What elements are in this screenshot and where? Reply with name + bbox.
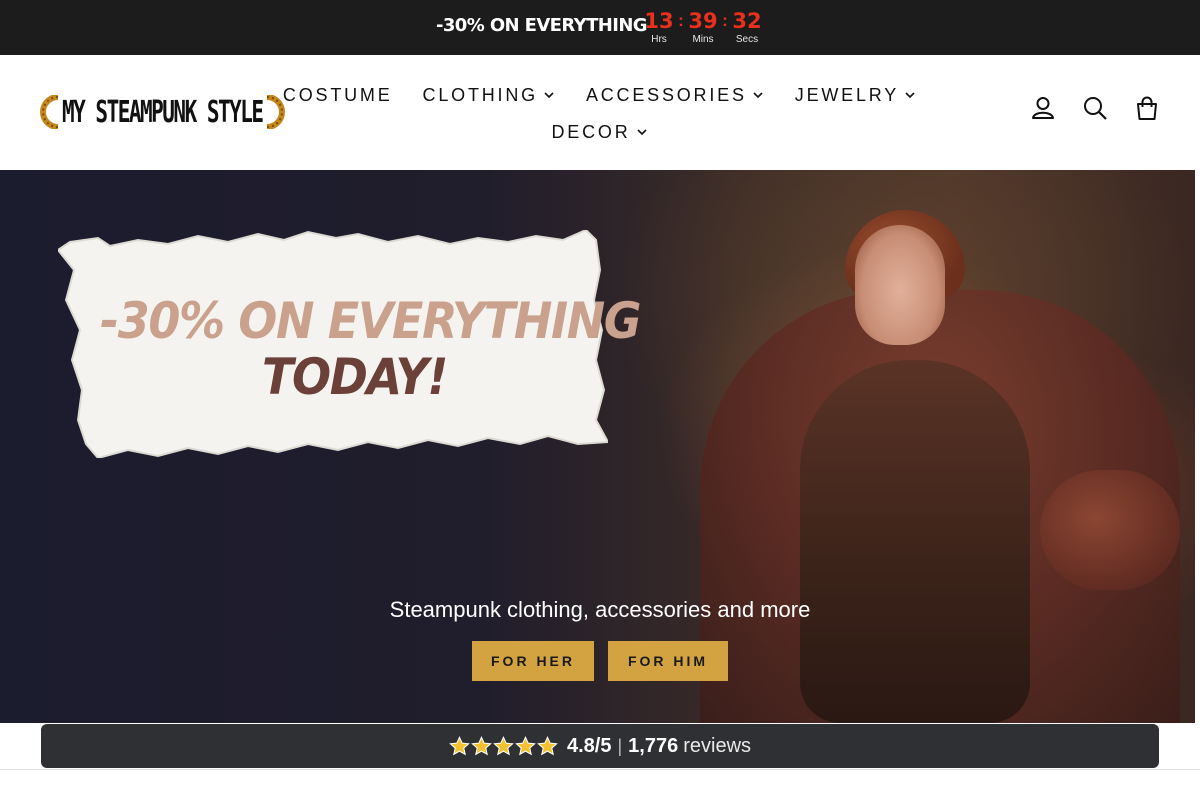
account-icon[interactable]: [1030, 95, 1056, 121]
star-icon: [515, 735, 536, 755]
rating-value: 4.8/5: [566, 734, 612, 757]
nav-decor[interactable]: DECOR: [551, 119, 648, 145]
review-count: 1,776: [628, 734, 679, 757]
countdown-separator: :: [722, 11, 728, 30]
countdown-minutes-value: 39: [688, 9, 718, 33]
countdown-minutes-label: Mins: [692, 34, 714, 45]
countdown-timer: 13 Hrs : 39 Mins : 32 Secs: [644, 8, 762, 46]
nav-jewelry-label: JEWELRY: [794, 84, 900, 105]
promo-text: -30% ON EVERYTHING: [436, 15, 648, 36]
star-icon: [493, 735, 514, 755]
nav-jewelry[interactable]: JEWELRY: [795, 82, 917, 108]
banner-line-2: TODAY!: [262, 348, 448, 406]
nav-accessories[interactable]: ACCESSORIES: [586, 82, 765, 108]
countdown-hours-value: 13: [644, 9, 674, 33]
hero-banner: -30% ON EVERYTHING TODAY! Steampunk clot…: [0, 170, 1195, 723]
banner-line-1: -30% ON EVERYTHING: [100, 292, 642, 350]
for-her-button[interactable]: FOR HER: [472, 641, 594, 681]
rating-separator: |: [617, 735, 623, 756]
countdown-separator: :: [678, 11, 684, 30]
nav-clothing[interactable]: CLOTHING: [423, 82, 556, 108]
star-icon: [471, 735, 492, 755]
search-icon[interactable]: [1082, 95, 1108, 121]
hero-buttons: FOR HER FOR HIM: [0, 641, 1195, 681]
star-rating: [449, 735, 559, 757]
chevron-down-icon: [544, 92, 554, 99]
hero-model-face: [855, 225, 945, 345]
for-him-button[interactable]: FOR HIM: [608, 641, 728, 681]
nav-costume[interactable]: COSTUME: [283, 82, 393, 108]
star-icon: [537, 735, 558, 755]
cart-icon[interactable]: [1134, 95, 1160, 121]
hero-subtitle: Steampunk clothing, accessories and more: [389, 597, 811, 622]
reviews-label: reviews: [683, 734, 752, 757]
countdown-hours: 13 Hrs: [644, 8, 674, 46]
nav-decor-label: DECOR: [551, 121, 631, 142]
countdown-seconds: 32 Secs: [732, 8, 762, 46]
chevron-down-icon: [905, 92, 915, 99]
countdown-hours-label: Hrs: [651, 34, 667, 45]
hero-armrest-image: [1040, 470, 1180, 590]
star-icon: [449, 735, 470, 755]
announcement-bar: -30% ON EVERYTHING 13 Hrs : 39 Mins : 32…: [0, 0, 1200, 55]
reviews-bar[interactable]: 4.8/5 | 1,776 reviews: [41, 724, 1159, 768]
countdown-minutes: 39 Mins: [688, 8, 718, 46]
nav-accessories-label: ACCESSORIES: [585, 84, 747, 105]
site-header: MY STEAMPUNK STYLE COSTUME CLOTHING ACCE…: [0, 55, 1200, 170]
chevron-down-icon: [636, 129, 647, 136]
divider: [0, 769, 1200, 770]
chevron-down-icon: [753, 92, 763, 99]
nav-clothing-label: CLOTHING: [422, 84, 538, 105]
countdown-seconds-value: 32: [732, 9, 762, 33]
nav-costume-label: COSTUME: [282, 84, 393, 105]
main-nav-row-2: DECOR: [0, 119, 1200, 145]
countdown-seconds-label: Secs: [735, 34, 759, 45]
main-nav: COSTUME CLOTHING ACCESSORIES JEWELRY: [0, 82, 1200, 108]
header-icons: [1030, 95, 1160, 121]
